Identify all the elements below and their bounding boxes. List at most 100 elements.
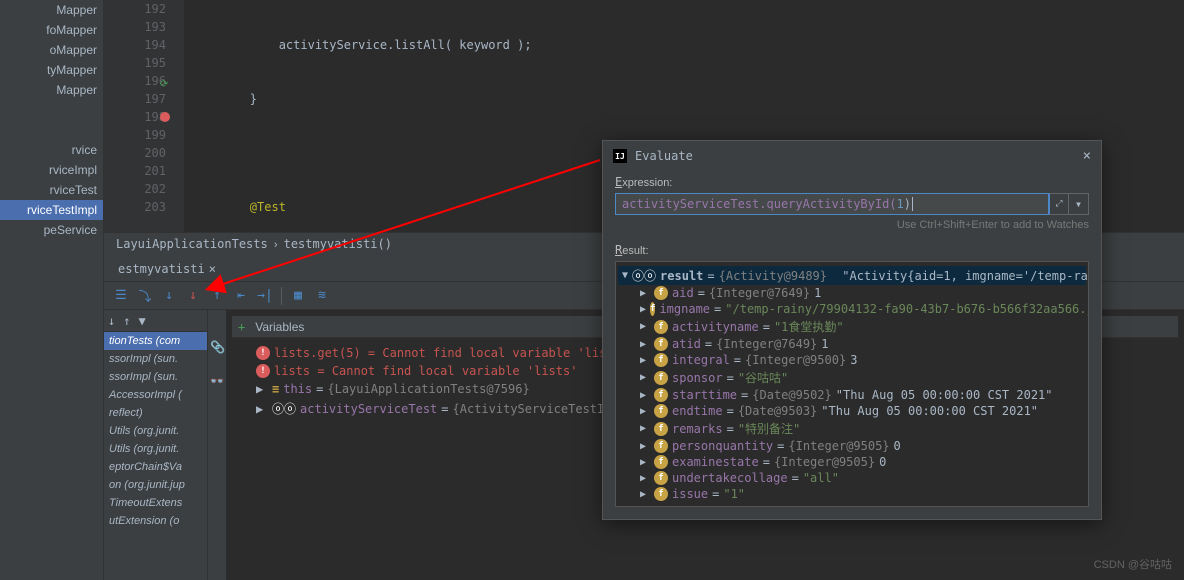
result-field[interactable]: ▶f undertakecollage = "all" <box>618 470 1086 486</box>
result-field[interactable]: ▶f starttime = {Date@9502} "Thu Aug 05 0… <box>618 387 1086 403</box>
file-item[interactable]: tyMapper <box>0 60 103 80</box>
close-icon[interactable]: × <box>1083 148 1091 164</box>
result-field[interactable]: ▶f endtime = {Date@9503} "Thu Aug 05 00:… <box>618 403 1086 419</box>
link-icon[interactable]: 🔗 <box>210 340 224 355</box>
expand-arrow-icon[interactable]: ▶ <box>640 372 650 383</box>
expand-arrow-icon[interactable]: ▶ <box>640 321 650 332</box>
breakpoint-icon[interactable] <box>160 112 170 122</box>
run-gutter-icon[interactable]: ⟳ <box>160 76 168 94</box>
result-field[interactable]: ▶f integral = {Integer@9500} 3 <box>618 352 1086 368</box>
field-icon: f <box>654 388 668 402</box>
trace-button[interactable]: ≋ <box>311 285 333 307</box>
expand-arrow-icon[interactable]: ▶ <box>640 406 650 417</box>
project-sidebar: Mapper foMapper oMapper tyMapper Mapper … <box>0 0 104 580</box>
glasses-icon[interactable]: 👓 <box>210 374 225 388</box>
step-out-button[interactable]: ↑ <box>206 285 228 307</box>
add-watch-icon[interactable]: + <box>238 320 245 334</box>
filter-frames-icon[interactable]: ▼ <box>138 314 145 328</box>
file-item[interactable]: foMapper <box>0 20 103 40</box>
expand-arrow-icon[interactable]: ▶ <box>640 390 650 401</box>
stack-frame[interactable]: Utils (org.junit. <box>104 440 207 458</box>
file-item[interactable]: Mapper <box>0 0 103 20</box>
watermark: CSDN @谷咕咕 <box>1094 556 1172 572</box>
field-icon: f <box>654 471 668 485</box>
prev-frame-icon[interactable]: ↓ <box>108 314 115 328</box>
result-field[interactable]: ▶f activityname = "1食堂执勤" <box>618 317 1086 336</box>
frames-panel: ↓ ↑ ▼ tionTests (com ssorImpl (sun. ssor… <box>104 310 208 580</box>
stack-frame[interactable]: on (org.junit.jup <box>104 476 207 494</box>
stack-frame[interactable]: eptorChain$Va <box>104 458 207 476</box>
history-dropdown-icon[interactable]: ▾ <box>1069 193 1089 215</box>
file-item[interactable]: Mapper <box>0 80 103 100</box>
field-icon: f <box>654 455 668 469</box>
debug-tab[interactable]: estmyvatisti× <box>110 259 224 279</box>
expression-input[interactable]: activityServiceTest.queryActivityById(1) <box>615 193 1049 215</box>
stack-frame[interactable]: reflect) <box>104 404 207 422</box>
field-icon: f <box>654 439 668 453</box>
expand-arrow-icon[interactable]: ▶ <box>640 441 650 452</box>
field-icon: f <box>654 422 668 436</box>
field-icon: f <box>654 353 668 367</box>
result-field[interactable]: ▶f examinestate = {Integer@9505} 0 <box>618 454 1086 470</box>
variables-title: Variables <box>255 320 304 334</box>
file-item[interactable]: oMapper <box>0 40 103 60</box>
expand-icon[interactable]: ⤢ <box>1049 193 1069 215</box>
stack-frame[interactable]: AccessorImpl ( <box>104 386 207 404</box>
field-icon: f <box>654 487 668 501</box>
result-field[interactable]: ▶f atid = {Integer@7649} 1 <box>618 336 1086 352</box>
stack-frame[interactable]: ssorImpl (sun. <box>104 368 207 386</box>
dialog-title: Evaluate <box>635 149 693 163</box>
file-item[interactable]: rvice <box>0 140 103 160</box>
result-field[interactable]: ▶f imgname = "/temp-rainy/79904132-fa90-… <box>618 301 1086 317</box>
result-root[interactable]: ▼ ⓞⓞ result = {Activity@9489} "Activity{… <box>618 266 1086 285</box>
close-icon[interactable]: × <box>209 262 216 276</box>
field-icon: f <box>654 337 668 351</box>
expand-arrow-icon[interactable]: ▶ <box>640 288 650 299</box>
evaluate-expression-button[interactable]: ▦ <box>287 285 309 307</box>
error-icon: ! <box>256 346 270 360</box>
step-over-button[interactable]: ⤵ <box>134 285 156 307</box>
file-item[interactable]: rviceTestImpl <box>0 200 103 220</box>
expression-label: Expression: <box>615 171 1089 193</box>
intellij-icon: IJ <box>613 149 627 163</box>
stack-frame[interactable]: Utils (org.junit. <box>104 422 207 440</box>
expand-arrow-icon[interactable]: ▶ <box>256 402 268 416</box>
field-icon: f <box>650 302 655 316</box>
expand-arrow-icon[interactable]: ▶ <box>640 489 650 500</box>
expand-arrow-icon[interactable]: ▶ <box>640 355 650 366</box>
editor-gutter: 192 193 194 195 196⟳ 197 198 199 200 201… <box>104 0 184 232</box>
step-into-button[interactable]: ↓ <box>158 285 180 307</box>
stack-frame[interactable]: tionTests (com <box>104 332 207 350</box>
next-frame-icon[interactable]: ↑ <box>123 314 130 328</box>
result-field[interactable]: ▶f issue = "1" <box>618 486 1086 502</box>
result-field[interactable]: ▶f personquantity = {Integer@9505} 0 <box>618 438 1086 454</box>
result-field[interactable]: ▶f remarks = "特别备注" <box>618 419 1086 438</box>
run-to-cursor-button[interactable]: →| <box>254 285 276 307</box>
evaluate-dialog: IJ Evaluate × Expression: activityServic… <box>602 140 1102 520</box>
file-item[interactable]: rviceImpl <box>0 160 103 180</box>
result-tree[interactable]: ▼ ⓞⓞ result = {Activity@9489} "Activity{… <box>615 261 1089 507</box>
expand-arrow-icon[interactable]: ▶ <box>256 382 268 396</box>
stack-frame[interactable]: ssorImpl (sun. <box>104 350 207 368</box>
result-field[interactable]: ▶f aid = {Integer@7649} 1 <box>618 285 1086 301</box>
expand-arrow-icon[interactable]: ▶ <box>640 457 650 468</box>
collapse-arrow-icon[interactable]: ▼ <box>622 270 628 281</box>
expand-arrow-icon[interactable]: ▶ <box>640 473 650 484</box>
field-icon: f <box>654 286 668 300</box>
expand-arrow-icon[interactable]: ▶ <box>640 304 646 315</box>
field-icon: f <box>654 404 668 418</box>
drop-frame-button[interactable]: ⇤ <box>230 285 252 307</box>
file-item[interactable]: rviceTest <box>0 180 103 200</box>
expand-arrow-icon[interactable]: ▶ <box>640 339 650 350</box>
result-label: Result: <box>615 239 1089 261</box>
stack-frame[interactable]: TimeoutExtens <box>104 494 207 512</box>
field-icon: f <box>654 320 668 334</box>
show-execution-point-button[interactable]: ☰ <box>110 285 132 307</box>
hint-text: Use Ctrl+Shift+Enter to add to Watches <box>615 215 1089 239</box>
field-icon: f <box>654 371 668 385</box>
stack-frame[interactable]: utExtension (o <box>104 512 207 530</box>
file-item[interactable]: peService <box>0 220 103 240</box>
result-field[interactable]: ▶f sponsor = "谷咕咕" <box>618 368 1086 387</box>
force-step-into-button[interactable]: ↓ <box>182 285 204 307</box>
expand-arrow-icon[interactable]: ▶ <box>640 423 650 434</box>
